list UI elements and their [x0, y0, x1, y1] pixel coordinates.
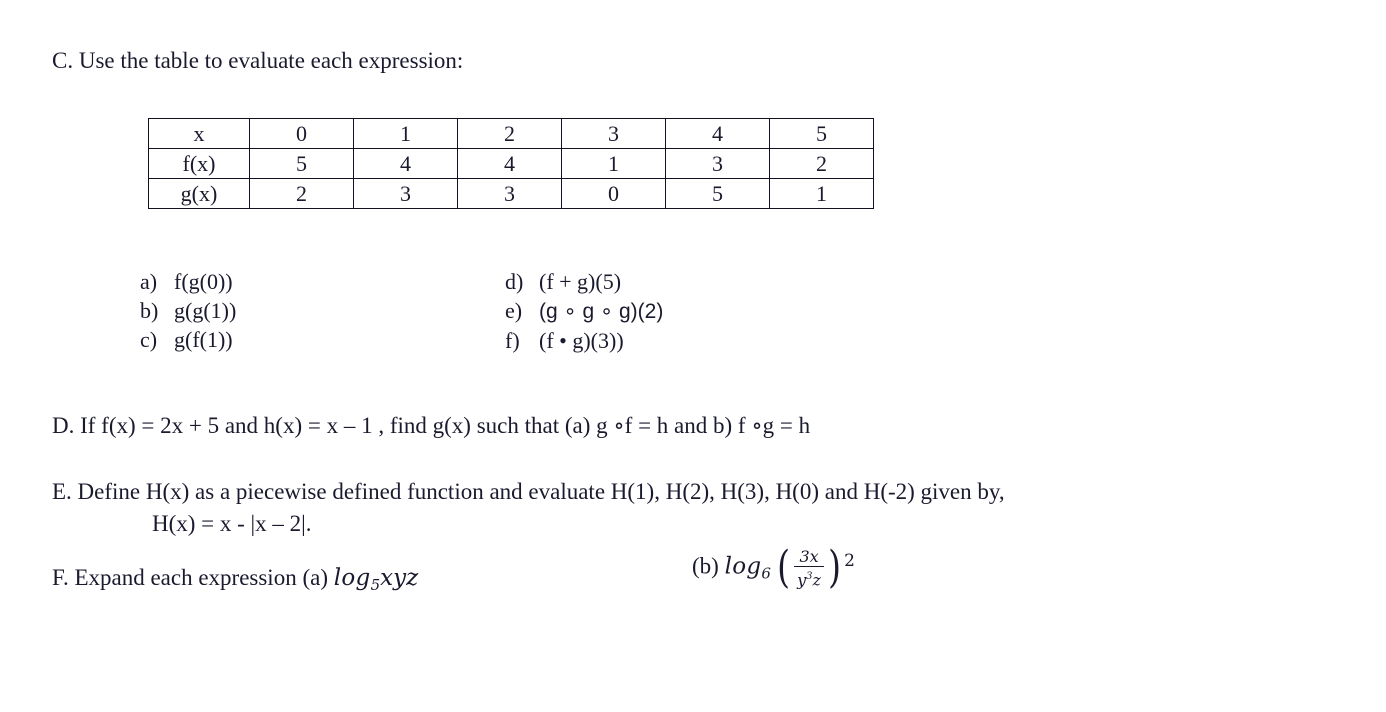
- expression-item-b: b) g(g(1)): [140, 296, 236, 325]
- table-cell: 1: [769, 178, 874, 209]
- expression-text: g(g(1)): [174, 298, 237, 323]
- log-b-base: 6: [761, 564, 771, 583]
- table-cell: 5: [665, 178, 770, 209]
- table-cell: 0: [561, 178, 666, 209]
- table-body: x 0 1 2 3 4 5 f(x) 5 4 4 1 3 2 g(x) 2 3: [148, 118, 874, 209]
- expression-label: c): [140, 327, 158, 352]
- left-paren: (: [777, 542, 790, 594]
- table-row: x 0 1 2 3 4 5: [148, 118, 874, 149]
- fraction-denominator: y3z: [794, 566, 824, 588]
- log-b-argument-fraction: ( 3x y3z ) 2: [775, 542, 855, 594]
- table-cell: 1: [353, 118, 458, 149]
- fraction: 3x y3z: [792, 548, 826, 588]
- table-cell: 1: [561, 148, 666, 179]
- table-cell: 2: [249, 178, 354, 209]
- expression-text: (f + g)(5): [539, 269, 622, 294]
- table-cell: 5: [249, 148, 354, 179]
- table-cell: 3: [665, 148, 770, 179]
- section-f-item-b: (b) log6 ( 3x y3z ) 2: [692, 542, 855, 594]
- table-cell: 5: [769, 118, 874, 149]
- denominator-base: y: [797, 570, 807, 590]
- log-a-argument: xyz: [380, 565, 419, 591]
- expression-list-right: d) (f + g)(5) e) (g ∘ g ∘ g)(2) f) (f • …: [505, 267, 663, 355]
- table-cell: 4: [665, 118, 770, 149]
- expression-list-left: a) f(g(0)) b) g(g(1)) c) g(f(1)): [140, 267, 236, 354]
- right-paren: ): [828, 542, 842, 594]
- expression-item-c: c) g(f(1)): [140, 325, 236, 354]
- function-value-table: x 0 1 2 3 4 5 f(x) 5 4 4 1 3 2 g(x) 2 3: [148, 118, 874, 209]
- expression-label: e): [505, 298, 523, 323]
- table-row-header: g(x): [148, 178, 250, 209]
- expression-text: (f • g)(3)): [539, 328, 624, 353]
- expression-label: b): [140, 298, 159, 323]
- expression-item-a: a) f(g(0)): [140, 267, 236, 296]
- log-a-name: log: [333, 565, 371, 591]
- section-e-formula: H(x) = x - |x – 2|.: [152, 511, 312, 536]
- table-cell: 0: [249, 118, 354, 149]
- expression-text: f(g(0)): [174, 269, 233, 294]
- table-cell: 2: [457, 118, 562, 149]
- log-b-name: log: [724, 553, 762, 580]
- table-row: f(x) 5 4 4 1 3 2: [148, 148, 874, 179]
- section-c-heading: C. Use the table to evaluate each expres…: [52, 48, 464, 73]
- expression-text: (g ∘ g ∘ g)(2): [539, 300, 664, 323]
- table-cell: 4: [457, 148, 562, 179]
- power-exponent: 2: [844, 551, 855, 571]
- expression-item-f: f) (f • g)(3)): [505, 326, 663, 355]
- table-cell: 4: [353, 148, 458, 179]
- expression-item-d: d) (f + g)(5): [505, 267, 663, 296]
- table-row: g(x) 2 3 3 0 5 1: [148, 178, 874, 209]
- expression-text: g(f(1)): [174, 327, 233, 352]
- expression-label: f): [505, 328, 520, 353]
- table-row-header: f(x): [148, 148, 250, 179]
- section-f-b-label: (b): [692, 553, 725, 579]
- expression-label: a): [140, 269, 158, 294]
- table-cell: 3: [561, 118, 666, 149]
- section-f-prompt: F. Expand each expression (a): [52, 565, 334, 590]
- expression-item-e: e) (g ∘ g ∘ g)(2): [505, 296, 663, 326]
- section-d-text: D. If f(x) = 2x + 5 and h(x) = x – 1 , f…: [52, 413, 811, 438]
- table-row-header: x: [148, 118, 250, 149]
- section-f-text: F. Expand each expression (a) log5xyz: [52, 562, 418, 601]
- expression-label: d): [505, 269, 524, 294]
- fraction-numerator: 3x: [799, 547, 819, 566]
- denominator-tail: z: [812, 570, 821, 590]
- table-cell: 3: [353, 178, 458, 209]
- worksheet-page: C. Use the table to evaluate each expres…: [0, 0, 1386, 712]
- log-a-base: 5: [370, 576, 381, 594]
- section-e-text: E. Define H(x) as a piecewise defined fu…: [52, 479, 1005, 504]
- table-cell: 2: [769, 148, 874, 179]
- table-cell: 3: [457, 178, 562, 209]
